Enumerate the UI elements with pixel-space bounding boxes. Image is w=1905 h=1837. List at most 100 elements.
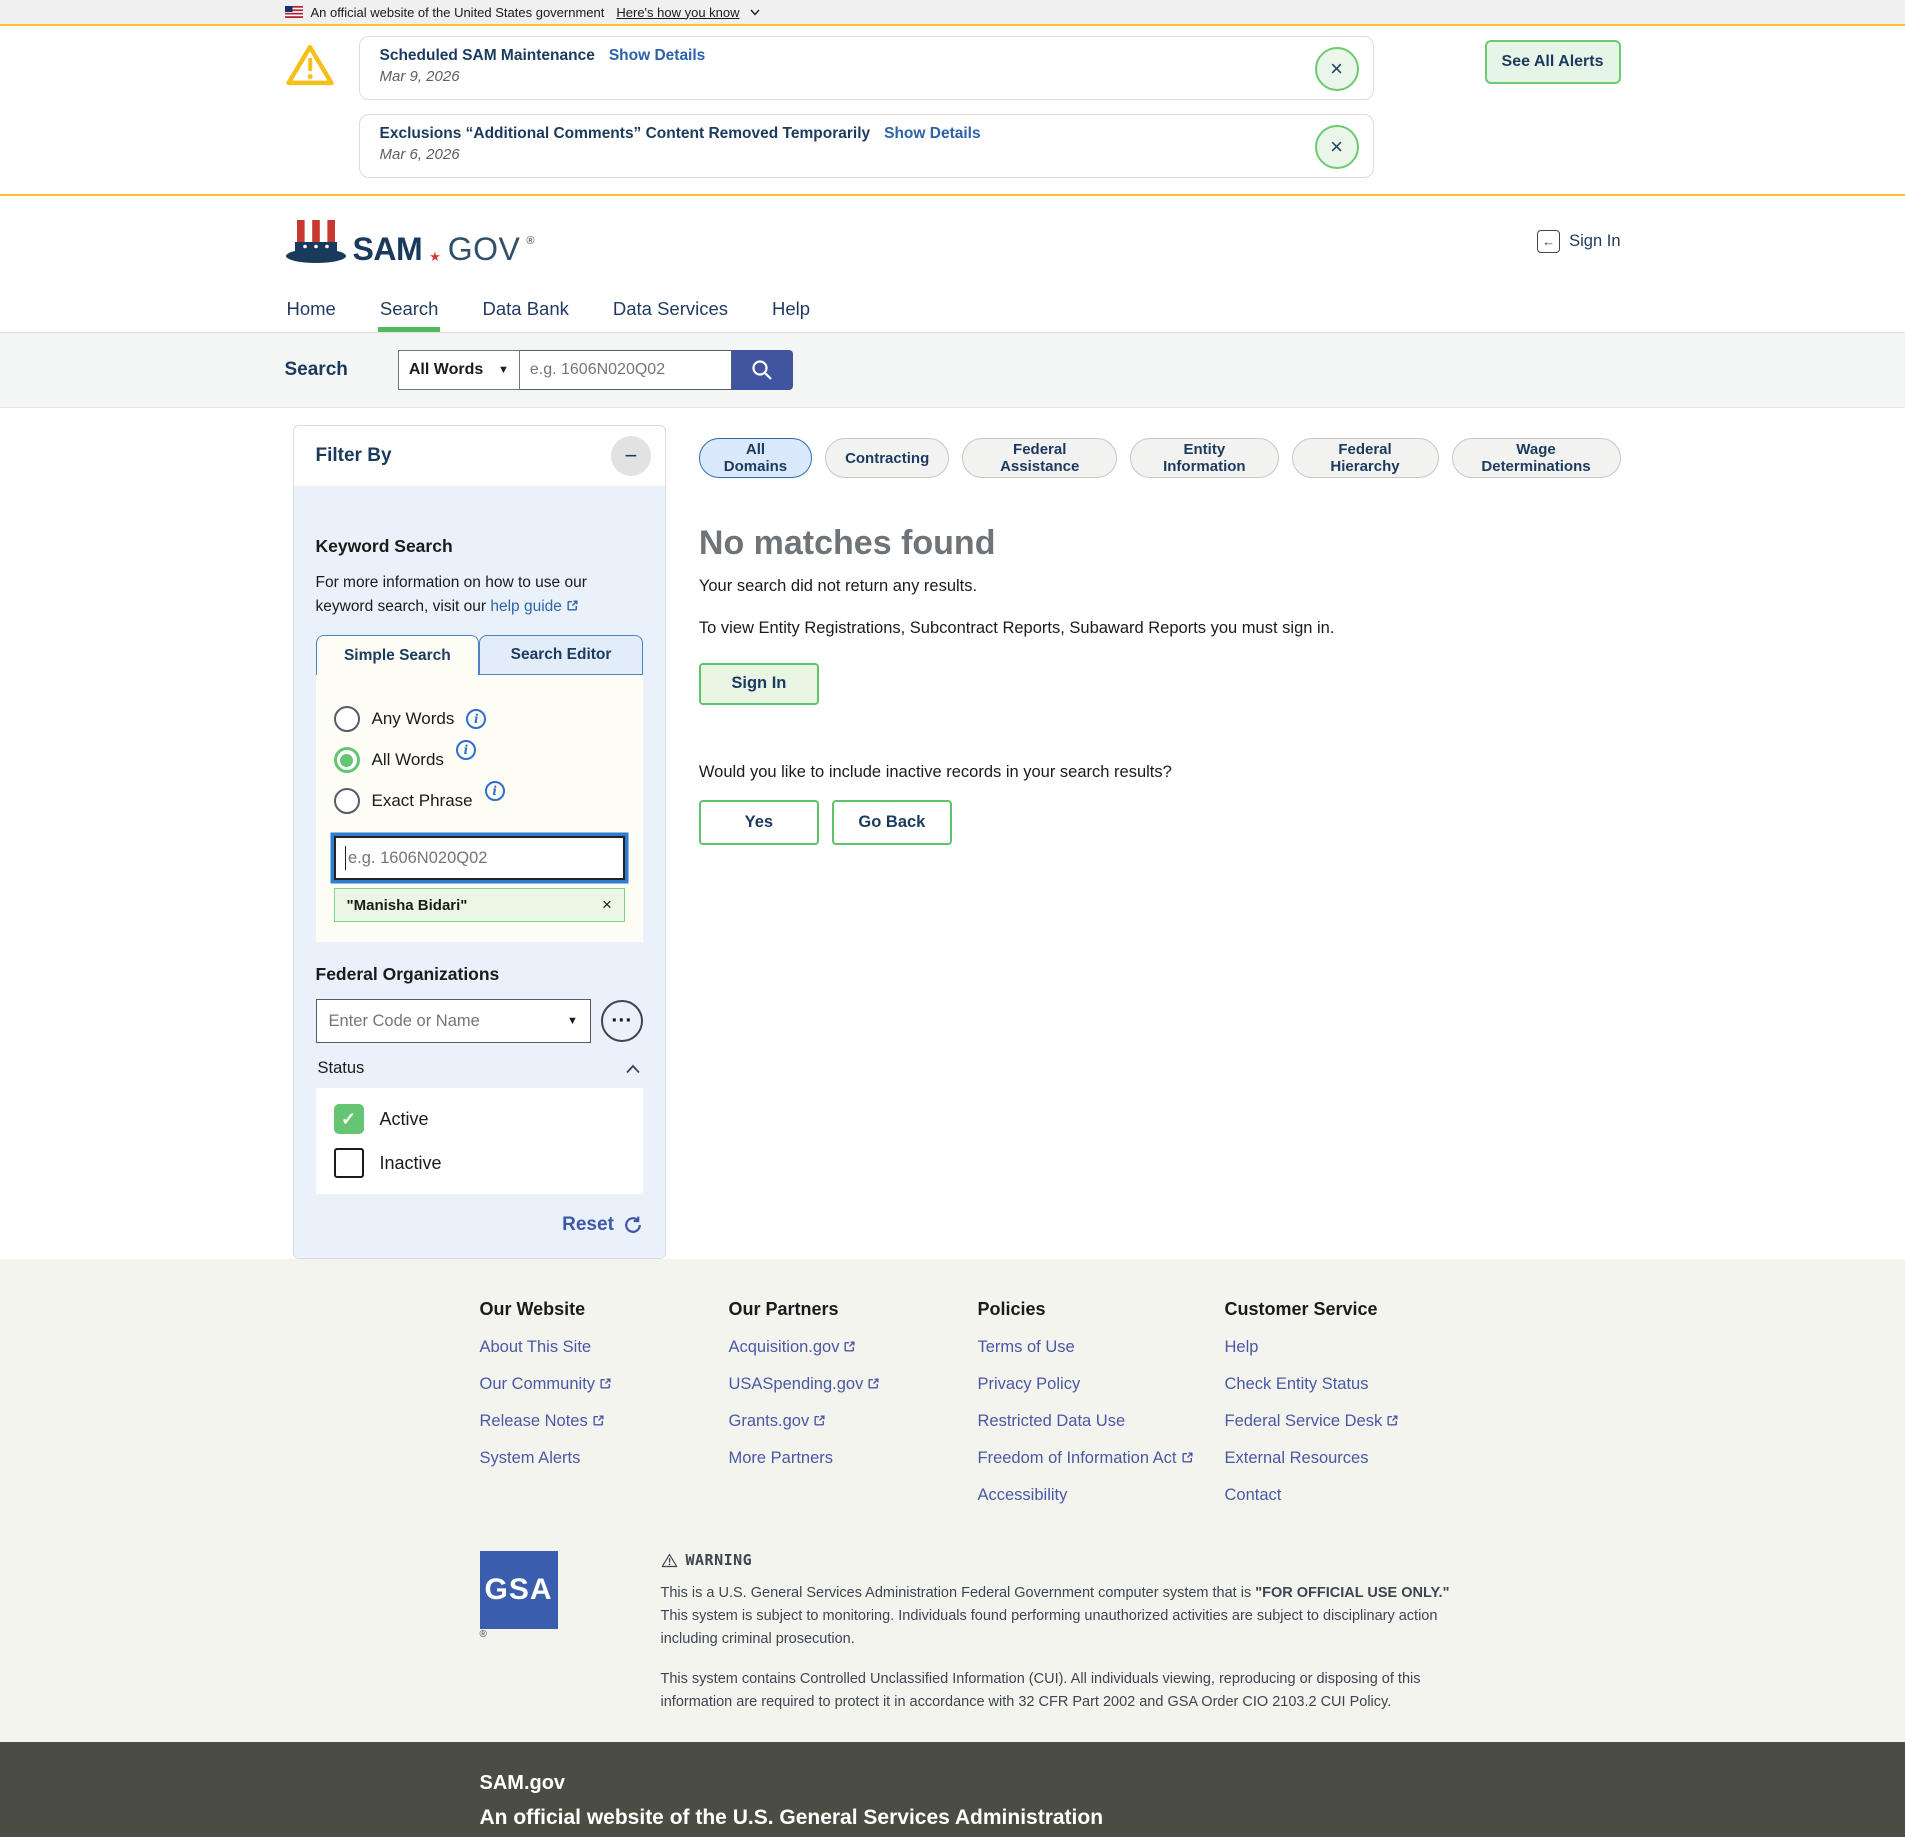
footer-column-policies: Policies Terms of Use Privacy Policy Res… bbox=[978, 1299, 1225, 1505]
external-link-icon bbox=[1181, 1451, 1194, 1464]
reset-filters-button[interactable]: Reset bbox=[316, 1214, 643, 1236]
checkbox-inactive[interactable]: Inactive bbox=[334, 1148, 625, 1178]
status-options: ✓ Active Inactive bbox=[316, 1088, 643, 1194]
alert-card: Scheduled SAM Maintenance Show Details M… bbox=[359, 36, 1374, 100]
chip-remove-icon[interactable]: × bbox=[602, 895, 612, 915]
results-area: All Domains Contracting Federal Assistan… bbox=[699, 425, 1621, 1259]
federal-org-select[interactable]: Enter Code or Name ▼ bbox=[316, 999, 591, 1043]
site-footer: Our Website About This Site Our Communit… bbox=[0, 1259, 1905, 1742]
chevron-down-icon[interactable] bbox=[750, 9, 760, 16]
filter-by-title: Filter By bbox=[316, 445, 392, 467]
heres-how-you-know-link[interactable]: Here's how you know bbox=[616, 5, 739, 20]
warning-small-icon bbox=[661, 1553, 678, 1568]
warning-paragraph-1: This is a U.S. General Services Administ… bbox=[661, 1582, 1461, 1652]
site-header: SAM ★ GOV ® ← Sign In bbox=[0, 196, 1905, 286]
footer-link[interactable]: Release Notes bbox=[480, 1412, 605, 1430]
radio-all-words[interactable] bbox=[334, 747, 360, 773]
gov-banner-text: An official website of the United States… bbox=[311, 5, 605, 20]
external-link-icon bbox=[566, 599, 579, 612]
nav-item-help[interactable]: Help bbox=[770, 286, 812, 332]
alert-list: Scheduled SAM Maintenance Show Details M… bbox=[359, 36, 1374, 178]
alert-title: Exclusions “Additional Comments” Content… bbox=[380, 125, 871, 143]
text-cursor bbox=[345, 846, 347, 870]
show-details-link[interactable]: Show Details bbox=[609, 47, 705, 65]
nav-item-data-bank[interactable]: Data Bank bbox=[480, 286, 570, 332]
search-submit-button[interactable] bbox=[732, 350, 793, 390]
footer-link[interactable]: Grants.gov bbox=[729, 1412, 827, 1430]
warning-paragraph-2: This system contains Controlled Unclassi… bbox=[661, 1668, 1461, 1714]
status-title: Status bbox=[318, 1059, 365, 1078]
org-more-options-button[interactable]: ··· bbox=[601, 1000, 643, 1042]
gov-banner: An official website of the United States… bbox=[0, 0, 1905, 26]
footer-link[interactable]: System Alerts bbox=[480, 1449, 581, 1467]
alert-date: Mar 9, 2026 bbox=[380, 68, 1293, 85]
us-flag-icon bbox=[285, 6, 303, 18]
radio-any-words[interactable] bbox=[334, 706, 360, 732]
tab-search-editor[interactable]: Search Editor bbox=[479, 635, 643, 675]
external-link-icon bbox=[599, 1377, 612, 1390]
footer-link[interactable]: USASpending.gov bbox=[729, 1375, 881, 1393]
footer-link[interactable]: Restricted Data Use bbox=[978, 1412, 1126, 1430]
alerts-section: Scheduled SAM Maintenance Show Details M… bbox=[0, 26, 1905, 196]
keyword-input[interactable]: e.g. 1606N020Q02 bbox=[334, 836, 625, 880]
footer-link[interactable]: Federal Service Desk bbox=[1225, 1412, 1400, 1430]
close-icon[interactable]: × bbox=[1315, 125, 1359, 169]
pill-entity-information[interactable]: Entity Information bbox=[1130, 438, 1278, 478]
nav-item-home[interactable]: Home bbox=[285, 286, 338, 332]
collapse-filter-button[interactable]: − bbox=[611, 436, 651, 476]
nav-item-data-services[interactable]: Data Services bbox=[611, 286, 730, 332]
chevron-up-icon[interactable] bbox=[625, 1064, 641, 1074]
filter-panel: Filter By − Keyword Search For more info… bbox=[293, 425, 666, 1259]
pill-federal-hierarchy[interactable]: Federal Hierarchy bbox=[1292, 438, 1439, 478]
yes-button[interactable]: Yes bbox=[699, 800, 819, 845]
no-matches-heading: No matches found bbox=[699, 524, 1621, 563]
show-details-link[interactable]: Show Details bbox=[884, 125, 980, 143]
pill-wage-determinations[interactable]: Wage Determinations bbox=[1452, 438, 1621, 478]
pill-federal-assistance[interactable]: Federal Assistance bbox=[962, 438, 1117, 478]
help-guide-link[interactable]: help guide bbox=[490, 598, 579, 615]
external-link-icon bbox=[592, 1414, 605, 1427]
uncle-sam-hat-icon bbox=[285, 218, 347, 265]
footer-link[interactable]: External Resources bbox=[1225, 1449, 1369, 1467]
caret-down-icon: ▼ bbox=[498, 364, 509, 376]
go-back-button[interactable]: Go Back bbox=[832, 800, 952, 845]
samgov-logo[interactable]: SAM ★ GOV ® bbox=[285, 218, 535, 265]
tab-simple-search[interactable]: Simple Search bbox=[316, 635, 480, 675]
sign-in-button[interactable]: Sign In bbox=[699, 663, 819, 705]
search-strip: Search All Words ▼ bbox=[0, 333, 1905, 408]
footer-link[interactable]: Acquisition.gov bbox=[729, 1338, 857, 1356]
search-label: Search bbox=[285, 359, 348, 381]
info-icon[interactable]: i bbox=[485, 781, 505, 801]
federal-organizations-title: Federal Organizations bbox=[316, 964, 643, 985]
footer-link[interactable]: Our Community bbox=[480, 1375, 613, 1393]
info-icon[interactable]: i bbox=[456, 740, 476, 760]
footer-link[interactable]: Privacy Policy bbox=[978, 1375, 1081, 1393]
footer-brand: SAM.gov bbox=[480, 1772, 1621, 1795]
keyword-tabs: Simple Search Search Editor bbox=[316, 635, 643, 675]
footer-link[interactable]: Check Entity Status bbox=[1225, 1375, 1369, 1393]
checkbox-active[interactable]: ✓ Active bbox=[334, 1104, 625, 1134]
footer-link[interactable]: Terms of Use bbox=[978, 1338, 1075, 1356]
search-mode-select[interactable]: All Words ▼ bbox=[398, 350, 520, 390]
search-input[interactable] bbox=[520, 350, 732, 390]
external-link-icon bbox=[843, 1340, 856, 1353]
main-content: Filter By − Keyword Search For more info… bbox=[0, 408, 1905, 1259]
pill-contracting[interactable]: Contracting bbox=[825, 438, 949, 478]
sign-in-link[interactable]: ← Sign In bbox=[1537, 230, 1620, 253]
nav-item-search[interactable]: Search bbox=[378, 286, 441, 332]
close-icon[interactable]: × bbox=[1315, 47, 1359, 91]
footer-link[interactable]: Contact bbox=[1225, 1486, 1282, 1504]
identifier-footer: SAM.gov An official website of the U.S. … bbox=[0, 1742, 1905, 1837]
footer-link[interactable]: Help bbox=[1225, 1338, 1259, 1356]
info-icon[interactable]: i bbox=[466, 709, 486, 729]
footer-column-our-partners: Our Partners Acquisition.gov USASpending… bbox=[729, 1299, 978, 1505]
footer-tagline: An official website of the U.S. General … bbox=[480, 1806, 1621, 1830]
keyword-search-title: Keyword Search bbox=[316, 536, 643, 557]
footer-link[interactable]: More Partners bbox=[729, 1449, 834, 1467]
radio-exact-phrase[interactable] bbox=[334, 788, 360, 814]
footer-link[interactable]: About This Site bbox=[480, 1338, 592, 1356]
pill-all-domains[interactable]: All Domains bbox=[699, 438, 812, 478]
footer-link[interactable]: Accessibility bbox=[978, 1486, 1068, 1504]
footer-link[interactable]: Freedom of Information Act bbox=[978, 1449, 1194, 1467]
see-all-alerts-button[interactable]: See All Alerts bbox=[1485, 40, 1621, 84]
